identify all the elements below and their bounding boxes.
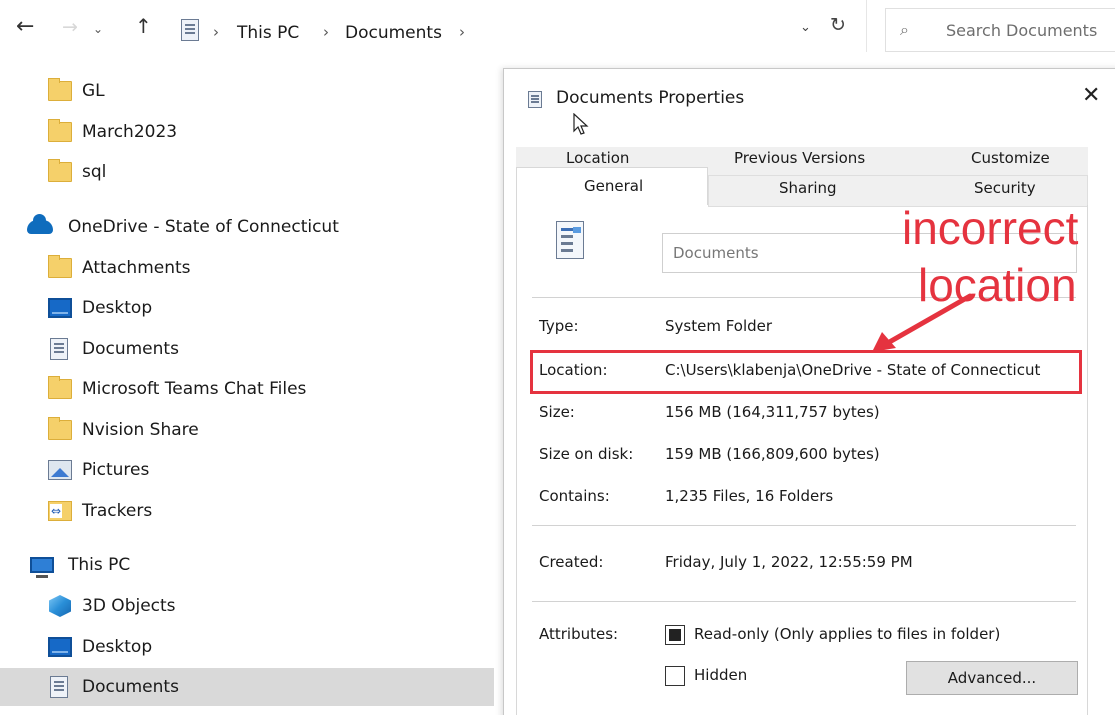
size-on-disk-label: Size on disk:: [539, 445, 634, 463]
recent-locations-chevron-icon[interactable]: ⌄: [93, 22, 103, 36]
annotation-highlight-box: [530, 350, 1082, 394]
nav-item-label: This PC: [68, 555, 131, 575]
this-pc-icon: [30, 557, 54, 578]
nav-item-this-pc[interactable]: This PC: [0, 546, 494, 584]
nav-item-sql[interactable]: sql: [0, 153, 494, 191]
annotation-arrow-icon: [872, 293, 973, 352]
pictures-icon: [48, 460, 72, 480]
search-box[interactable]: ⌕ Search Documents: [885, 8, 1115, 52]
3d-objects-icon: [49, 595, 71, 617]
toolbar-divider: [866, 0, 867, 52]
nav-item-documents-pc[interactable]: Documents: [0, 668, 494, 706]
folder-icon: [48, 78, 72, 101]
folder-icon: [48, 417, 72, 440]
documents-icon: [181, 19, 199, 41]
refresh-icon[interactable]: ↻: [830, 14, 846, 36]
divider: [532, 601, 1076, 602]
documents-icon: [50, 338, 68, 360]
address-toolbar: ← → ⌄ ↑ › This PC › Documents › ⌄ ↻ ⌕ Se…: [0, 0, 1115, 62]
type-value: System Folder: [665, 317, 773, 335]
nav-item-trackers[interactable]: Trackers: [0, 492, 494, 530]
tab-security[interactable]: Security: [974, 179, 1036, 197]
nav-item-gl[interactable]: GL: [0, 72, 494, 110]
shared-folder-icon: [48, 501, 72, 521]
advanced-button[interactable]: Advanced...: [906, 661, 1078, 695]
readonly-checkbox[interactable]: [665, 625, 685, 645]
nav-item-attachments[interactable]: Attachments: [0, 249, 494, 287]
documents-icon: [528, 91, 542, 108]
back-arrow-icon[interactable]: ←: [16, 14, 34, 39]
size-label: Size:: [539, 403, 575, 421]
breadcrumb-separator-icon[interactable]: ›: [323, 23, 329, 41]
nav-item-nvision-share[interactable]: Nvision Share: [0, 411, 494, 449]
nav-item-label: OneDrive - State of Connecticut: [68, 217, 339, 237]
search-placeholder[interactable]: Search Documents: [946, 21, 1097, 40]
tab-sharing[interactable]: Sharing: [779, 179, 837, 197]
navigation-pane: GL March2023 sql OneDrive - State of Con…: [0, 62, 500, 715]
readonly-label[interactable]: Read-only (Only applies to files in fold…: [694, 625, 1000, 643]
nav-item-pictures[interactable]: Pictures: [0, 451, 494, 489]
close-icon[interactable]: ✕: [1082, 83, 1100, 108]
address-dropdown-chevron-icon[interactable]: ⌄: [800, 20, 811, 35]
search-icon: ⌕: [900, 20, 909, 39]
tab-customize[interactable]: Customize: [971, 149, 1050, 167]
breadcrumb-this-pc[interactable]: This PC: [237, 23, 299, 43]
tab-location[interactable]: Location: [566, 149, 629, 167]
folder-type-icon: [556, 221, 584, 259]
forward-arrow-icon[interactable]: →: [62, 16, 78, 38]
onedrive-cloud-icon: [27, 214, 53, 234]
size-value: 156 MB (164,311,757 bytes): [665, 403, 880, 421]
breadcrumb-separator-icon[interactable]: ›: [213, 23, 219, 41]
nav-item-label: 3D Objects: [82, 596, 176, 616]
nav-item-3d-objects[interactable]: 3D Objects: [0, 587, 494, 625]
nav-item-label: Documents: [82, 677, 179, 697]
desktop-icon: [48, 637, 72, 657]
hidden-checkbox[interactable]: [665, 666, 685, 686]
folder-icon: [48, 376, 72, 399]
nav-item-label: Desktop: [82, 637, 153, 657]
nav-item-label: Pictures: [82, 460, 150, 480]
dialog-title: Documents Properties: [556, 88, 745, 108]
tab-previous-versions[interactable]: Previous Versions: [734, 149, 865, 167]
created-label: Created:: [539, 553, 604, 571]
nav-item-onedrive[interactable]: OneDrive - State of Connecticut: [0, 208, 494, 246]
address-bar[interactable]: › This PC › Documents ›: [172, 8, 867, 52]
nav-item-label: sql: [82, 162, 107, 182]
nav-item-label: GL: [82, 81, 105, 101]
created-value: Friday, July 1, 2022, 12:55:59 PM: [665, 553, 913, 571]
folder-icon: [48, 159, 72, 182]
nav-item-march2023[interactable]: March2023: [0, 113, 494, 151]
annotation-text-incorrect: incorrect: [902, 202, 1079, 254]
up-arrow-icon[interactable]: ↑: [135, 14, 152, 38]
breadcrumb-separator-icon[interactable]: ›: [459, 23, 465, 41]
contains-label: Contains:: [539, 487, 610, 505]
hidden-label[interactable]: Hidden: [694, 666, 747, 684]
nav-item-documents[interactable]: Documents: [0, 330, 494, 368]
nav-item-label: March2023: [82, 122, 178, 142]
nav-item-label: Nvision Share: [82, 420, 199, 440]
nav-item-desktop-pc[interactable]: Desktop: [0, 628, 494, 666]
nav-item-label: Attachments: [82, 258, 191, 278]
nav-item-label: Microsoft Teams Chat Files: [82, 379, 307, 399]
nav-item-label: Documents: [82, 339, 179, 359]
folder-icon: [48, 119, 72, 142]
type-label: Type:: [539, 317, 579, 335]
nav-item-label: Desktop: [82, 298, 153, 318]
attributes-label: Attributes:: [539, 625, 619, 643]
nav-item-teams-chat-files[interactable]: Microsoft Teams Chat Files: [0, 370, 494, 408]
mouse-cursor-icon: [573, 113, 589, 135]
folder-icon: [48, 255, 72, 278]
tab-general[interactable]: General: [584, 177, 643, 195]
divider: [532, 525, 1076, 526]
desktop-icon: [48, 298, 72, 318]
nav-item-desktop[interactable]: Desktop: [0, 289, 494, 327]
documents-icon: [50, 676, 68, 698]
size-on-disk-value: 159 MB (166,809,600 bytes): [665, 445, 880, 463]
contains-value: 1,235 Files, 16 Folders: [665, 487, 834, 505]
breadcrumb-documents[interactable]: Documents: [345, 23, 442, 43]
nav-item-label: Trackers: [82, 501, 153, 521]
